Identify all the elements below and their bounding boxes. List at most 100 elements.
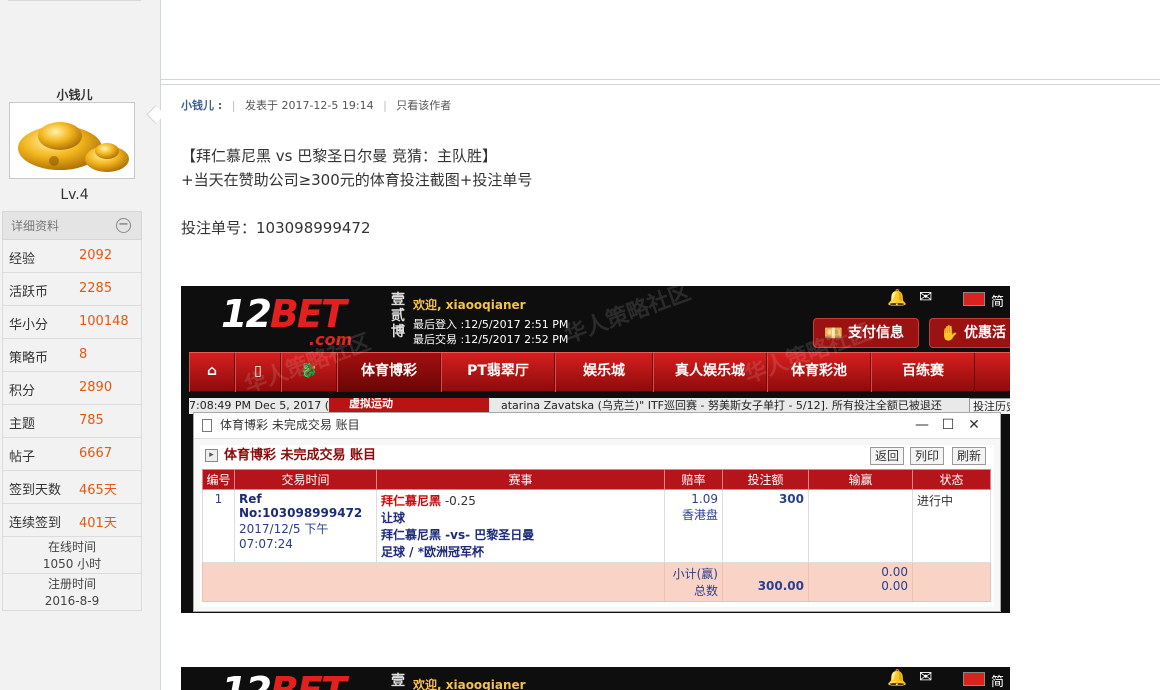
window-title: 体育博彩 未完成交易 账目: [220, 418, 360, 432]
nav-casino: 娱乐城: [555, 353, 653, 392]
online-time-label: 在线时间: [47, 540, 96, 554]
stat-value: 8: [79, 347, 88, 362]
post-date: 发表于 2017-12-5 19:14: [244, 99, 374, 112]
bet-screenshot-image-2[interactable]: 12BET 壹 欢迎, xiaooqianer 🔔 ✉ 简: [181, 667, 1010, 690]
gold-ingot-icon: [18, 122, 129, 172]
expand-icon: ▸: [205, 449, 218, 462]
bet-window: 体育博彩 未完成交易 账目 — ☐ ✕ ▸ 体育博彩 未完成交易 账目 返回 列…: [193, 412, 1001, 612]
subtotal-labels: 小计(赢) 总数: [664, 562, 723, 602]
watermark: 华人策略社区: [561, 286, 695, 349]
cell-event: 拜仁慕尼黑 -0.25 让球 拜仁慕尼黑 -vs- 巴黎圣日曼 足球 / *欧洲…: [376, 489, 665, 563]
post-line-title: 【拜仁慕尼黑 vs 巴黎圣日尔曼 竞猜：主队胜】: [181, 147, 497, 165]
stat-row: 活跃币 2285: [2, 273, 142, 306]
col-time: 交易时间: [234, 469, 377, 490]
previous-post-area: [161, 0, 1160, 80]
register-time-label: 注册时间: [47, 577, 96, 591]
subtotal-label: 小计(赢): [672, 567, 718, 581]
bell-icon: 🔔: [887, 288, 907, 307]
subtotal-result: 0.00 0.00: [808, 562, 913, 602]
subtotal-value: 0.00: [881, 565, 908, 579]
username[interactable]: 小钱儿: [8, 86, 141, 103]
logo-number: 12: [221, 669, 272, 690]
print-button: 列印: [910, 447, 945, 465]
nav-pt: PT翡翠厅: [441, 353, 555, 392]
league: 足球 / *欧洲冠军杯: [381, 545, 485, 559]
bet-screenshot-image[interactable]: 12BET .com 壹 贰 博 欢迎, xiaooqianer 最后登入 :1…: [181, 286, 1010, 613]
col-event: 赛事: [376, 469, 665, 490]
picked-team: 拜仁慕尼黑: [381, 494, 442, 508]
stat-value: 465天: [79, 483, 117, 498]
table-row: 1 Ref No:103098999472 2017/12/5 下午 07:07…: [202, 489, 991, 563]
stat-label: 连续签到: [9, 516, 62, 531]
12bet-logo: 12BET .com: [221, 292, 352, 349]
welcome-text: 欢迎, xiaooqianer: [413, 678, 526, 690]
close-icon: ✕: [968, 417, 980, 433]
stat-label: 签到天数: [9, 483, 62, 498]
logo-chinese: 壹 贰 博: [391, 292, 405, 340]
stat-label: 主题: [9, 417, 36, 432]
sidebar-divider: [8, 0, 141, 1]
stat-value: 6667: [79, 446, 113, 461]
cell-status: 进行中: [912, 489, 991, 563]
logo-char: 博: [391, 324, 405, 340]
col-result: 输赢: [808, 469, 913, 490]
logo-number: 12: [221, 292, 272, 336]
meta-separator: |: [231, 99, 236, 112]
stat-row: 策略币 8: [2, 339, 142, 372]
mail-icon: ✉: [919, 667, 933, 686]
window-titlebar: 体育博彩 未完成交易 账目 — ☐ ✕: [194, 413, 1000, 439]
language-label: 简: [991, 295, 1005, 310]
welcome-text: 欢迎, xiaooqianer: [413, 298, 526, 312]
stat-value: 401天: [79, 516, 117, 531]
bell-icon: 🔔: [887, 668, 907, 687]
post-author-link[interactable]: 小钱儿 :: [181, 99, 222, 112]
cell-result: [808, 489, 913, 563]
stat-row: 帖子 6667: [2, 438, 142, 471]
china-flag-icon: [963, 672, 985, 686]
stat-label: 经验: [9, 252, 36, 267]
subtotal-row: 小计(赢) 总数 300.00 0.00 0.00: [202, 562, 991, 602]
stat-value: 2285: [79, 281, 113, 296]
promo-button: ✋ 优惠活: [929, 318, 1010, 348]
last-trade: 最后交易 :12/5/2017 2:52 PM: [413, 333, 569, 346]
detail-header[interactable]: 详细资料 −: [2, 211, 142, 240]
stat-value: 2890: [79, 380, 113, 395]
total-value: 0.00: [881, 579, 908, 593]
subtotal-spacer: [202, 562, 665, 602]
stat-row: 华小分 100148: [2, 306, 142, 339]
stat-row: 积分 2890: [2, 372, 142, 405]
only-author-link[interactable]: 只看该作者: [396, 99, 451, 112]
ticker-time: 7:08:49 PM Dec 5, 2017 (: [189, 399, 330, 412]
col-stake: 投注额: [722, 469, 809, 490]
stat-label: 活跃币: [9, 285, 49, 300]
stat-label: 积分: [9, 384, 36, 399]
nav-baccarat: 百练赛: [871, 353, 975, 392]
china-flag-icon: [963, 292, 985, 306]
col-status: 状态: [912, 469, 991, 490]
avatar[interactable]: [9, 102, 135, 179]
bet-table: 编号 交易时间 赛事 赔率 投注额 输赢 状态 1 Ref No:1030989…: [202, 469, 991, 602]
table-header-row: 编号 交易时间 赛事 赔率 投注额 输赢 状态: [202, 469, 991, 490]
mail-icon: ✉: [919, 287, 933, 306]
post-line-requirement: +当天在赞助公司≥300元的体育投注截图+投注单号: [181, 171, 533, 189]
total-label: 总数: [693, 584, 718, 598]
ref-number: Ref No:103098999472: [239, 492, 363, 520]
stat-label: 帖子: [9, 450, 36, 465]
stat-row: 主题 785: [2, 405, 142, 438]
odds-value: 1.09: [691, 492, 718, 506]
last-login: 最后登入 :12/5/2017 2:51 PM: [413, 318, 569, 331]
meta-separator: |: [383, 99, 387, 112]
user-level: Lv.4: [60, 187, 89, 203]
online-time-value: 1050 小时: [42, 557, 102, 571]
total-stake: 300.00: [757, 579, 804, 593]
maximize-icon: ☐: [941, 417, 955, 433]
stat-label: 华小分: [9, 318, 49, 333]
stat-row: 签到天数 465天: [2, 471, 142, 504]
online-time: 在线时间 1050 小时: [2, 537, 142, 574]
bet-type: 让球: [381, 511, 406, 525]
register-time-value: 2016-8-9: [44, 594, 100, 608]
handicap: -0.25: [444, 494, 476, 508]
odds-type: 香港盘: [681, 508, 718, 522]
collapse-icon[interactable]: −: [116, 218, 131, 233]
cell-time: Ref No:103098999472 2017/12/5 下午 07:07:2…: [234, 489, 377, 563]
